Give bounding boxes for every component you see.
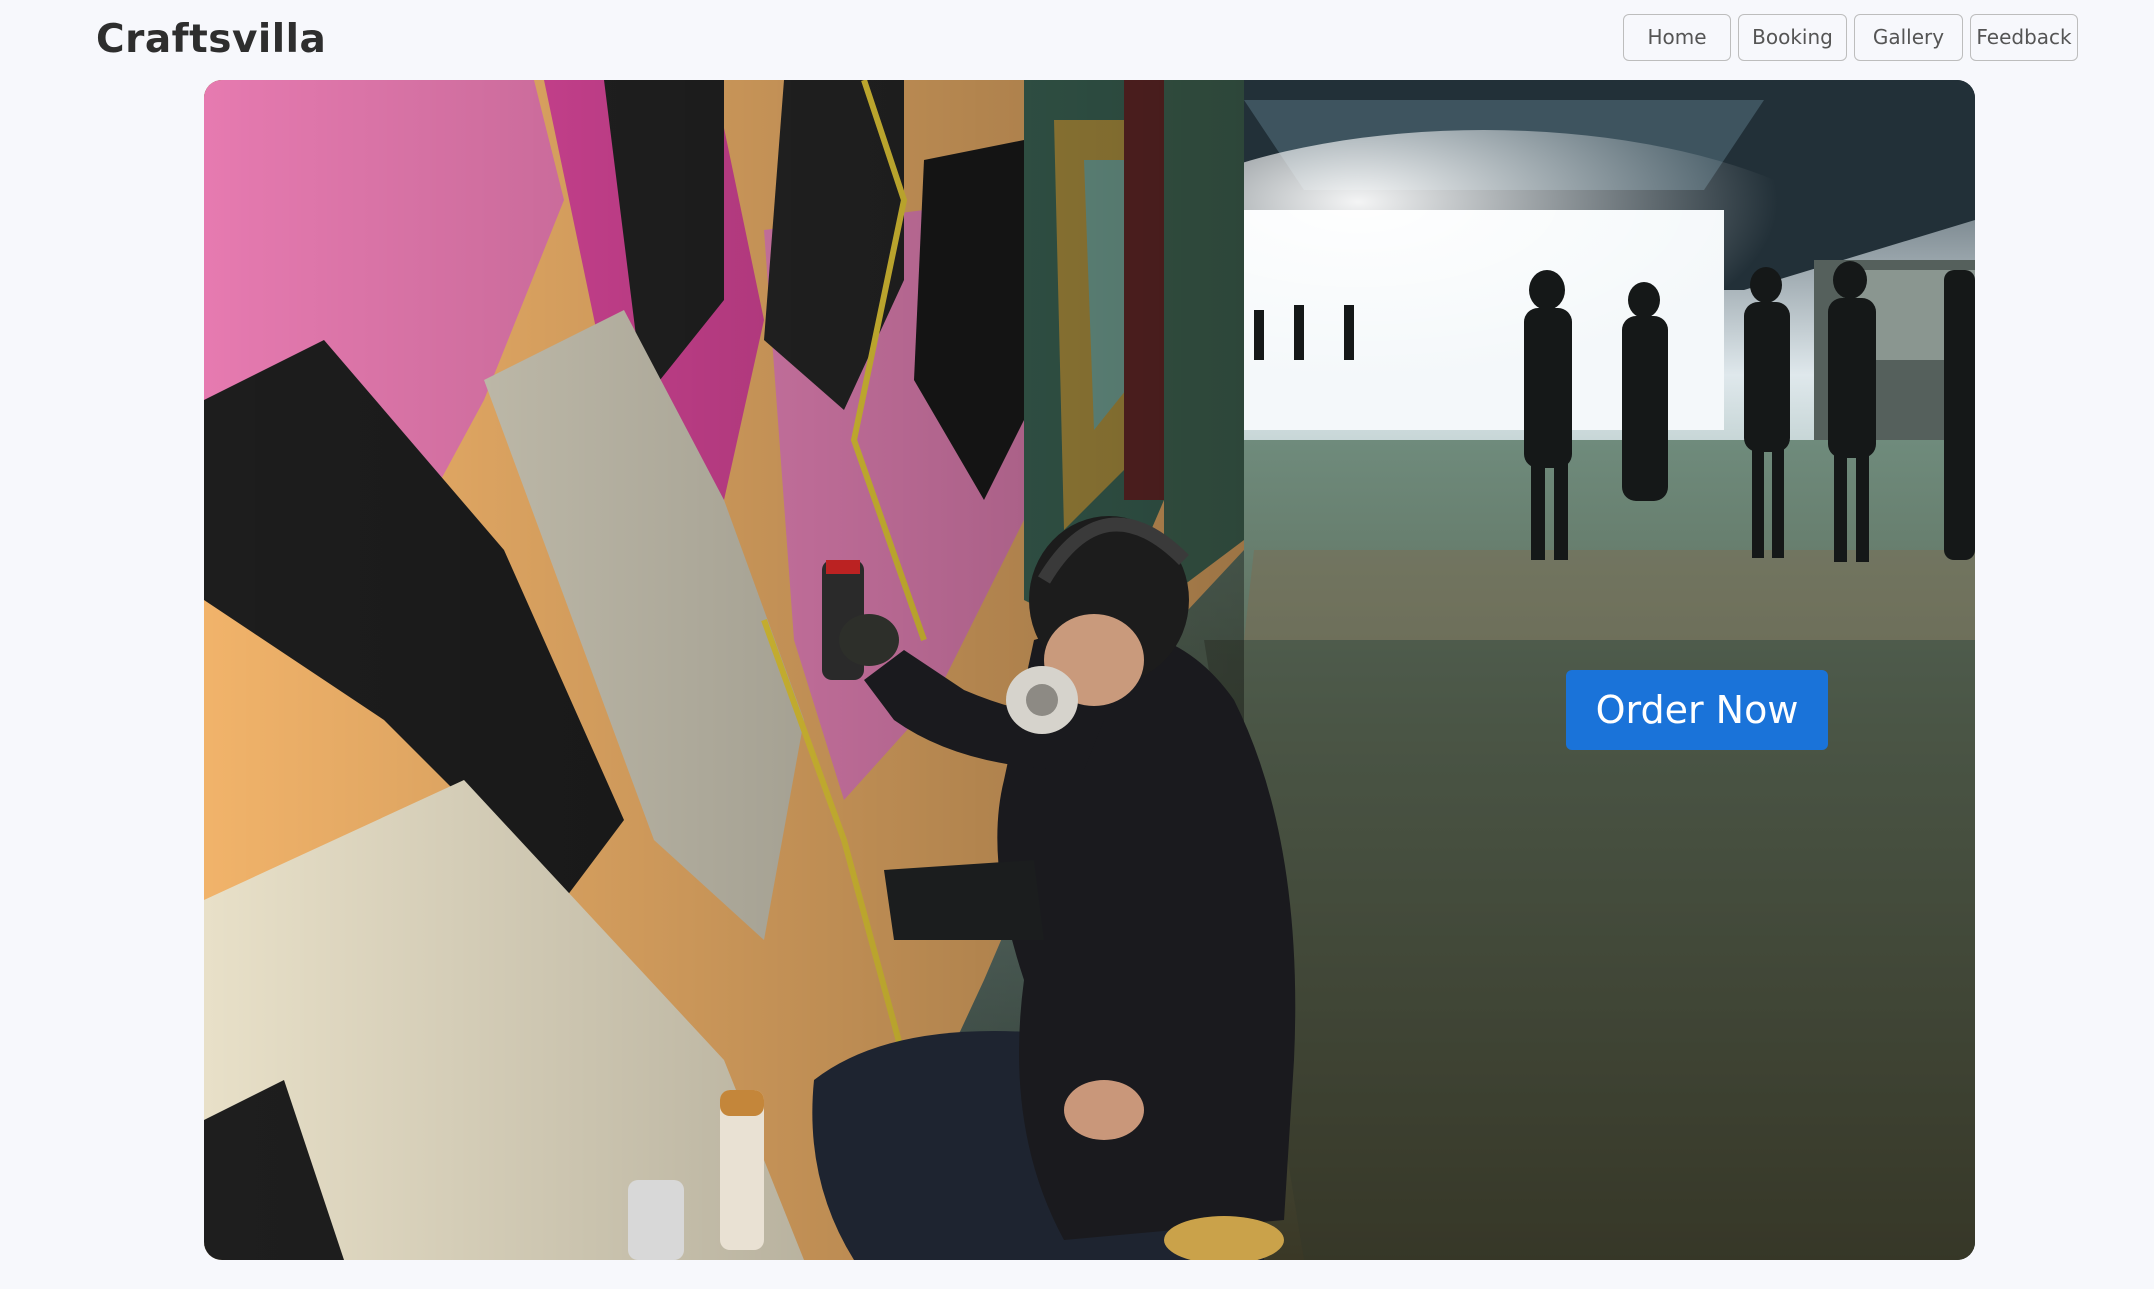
nav-home-button[interactable]: Home (1623, 14, 1731, 61)
order-now-button[interactable]: Order Now (1566, 670, 1828, 750)
nav-booking-button[interactable]: Booking (1738, 14, 1847, 61)
nav-feedback-button[interactable]: Feedback (1970, 14, 2078, 61)
hero-section: Order Now (204, 80, 1975, 1260)
main-nav: Home Booking Gallery Feedback (1623, 14, 2078, 61)
nav-gallery-button[interactable]: Gallery (1854, 14, 1963, 61)
site-logo[interactable]: Craftsvilla (96, 12, 326, 67)
